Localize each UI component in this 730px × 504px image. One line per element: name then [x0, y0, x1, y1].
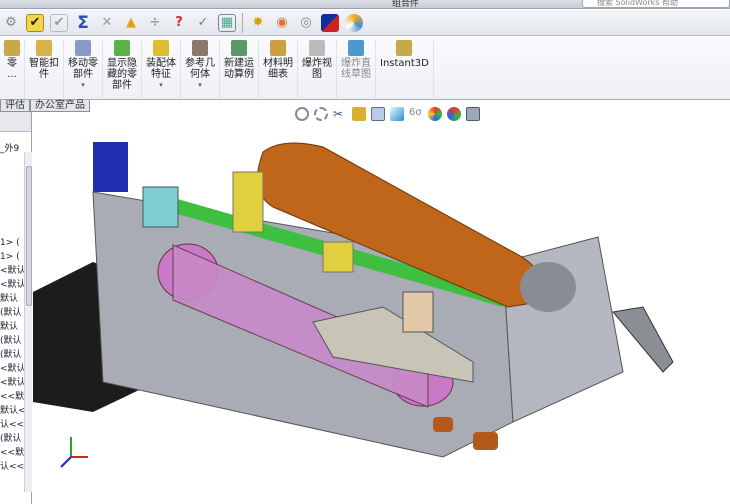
endstop-blue: [93, 142, 128, 192]
mass-properties-sigma-icon[interactable]: Σ: [74, 13, 92, 33]
tree-item[interactable]: 默认: [0, 320, 24, 334]
ribbon-label: 显示隐 藏的零 部件: [107, 58, 137, 91]
color-icon[interactable]: [321, 13, 339, 32]
tree-item[interactable]: (默认: [0, 334, 24, 348]
tree-item[interactable]: (默认: [0, 306, 24, 320]
ribbon-icon: [231, 40, 247, 56]
tree-item[interactable]: <<默: [0, 390, 24, 404]
ribbon: 零 ... 智能扣 件移动零 部件 ▾ 显示隐 藏的零 部件 装配体 特征 ▾ 参考几 何体…: [0, 36, 730, 100]
tree-item[interactable]: <默认: [0, 362, 24, 376]
ribbon-button-9[interactable]: 爆炸直 线草图: [337, 40, 376, 99]
ribbon-button-10[interactable]: Instant3D: [376, 40, 434, 99]
ribbon-label: 材料明 细表: [263, 58, 293, 80]
ribbon-button-0[interactable]: 零 ...: [0, 40, 25, 99]
tool-holder: [612, 306, 674, 373]
ribbon-button-7[interactable]: 材料明 细表: [259, 40, 298, 99]
command-tabs: 评估 办公室产品: [0, 100, 90, 112]
assembly-model: [33, 142, 674, 468]
ribbon-label: 爆炸直 线草图: [341, 58, 371, 80]
spindle-end: [520, 262, 576, 312]
window-title: 组合件: [392, 0, 420, 9]
ribbon-label: 新建运 动算例: [224, 58, 254, 80]
tree-item[interactable]: <默认: [0, 278, 24, 292]
dropdown-arrow-icon[interactable]: ▾: [198, 80, 202, 91]
ribbon-label: 零 ...: [7, 58, 17, 80]
bolt-brown: [473, 432, 498, 450]
ribbon-icon: [4, 40, 20, 56]
ribbon-icon: [348, 40, 364, 56]
check-circle-icon[interactable]: ◎: [297, 14, 315, 32]
appearance-icon[interactable]: [345, 13, 363, 32]
graphics-viewport[interactable]: ✂ 6σ: [33, 107, 730, 504]
bolt-brown-2: [433, 417, 453, 432]
title-bar: 组合件 搜索 SolidWorks 帮助: [0, 0, 730, 9]
assembly-toolbar: ⚙ ✔ ✔ Σ ✕ ▲ ÷ ? ✓ ▦ ✸ ◉ ◎: [0, 10, 730, 36]
tab-evaluate[interactable]: 评估: [0, 100, 30, 112]
ribbon-icon: [309, 40, 325, 56]
tolerance-icon[interactable]: ⚙: [2, 14, 20, 32]
check-disabled-icon[interactable]: ✔: [50, 13, 68, 32]
dropdown-arrow-icon[interactable]: ▾: [81, 80, 85, 91]
ribbon-button-4[interactable]: 装配体 特征 ▾: [142, 40, 181, 99]
search-input[interactable]: 搜索 SolidWorks 帮助: [582, 0, 730, 8]
dropdown-arrow-icon[interactable]: ▾: [159, 80, 163, 91]
tree-item[interactable]: <默认: [0, 376, 24, 390]
tree-item[interactable]: 1> (: [0, 236, 24, 250]
ribbon-label: 智能扣 件: [29, 58, 59, 80]
bom-table-icon[interactable]: ▦: [218, 13, 236, 32]
tree-scrollbar[interactable]: [24, 152, 32, 492]
ribbon-button-5[interactable]: 参考几 何体 ▾: [181, 40, 220, 99]
hole-align-icon[interactable]: ?: [170, 14, 188, 32]
tree-item[interactable]: 1> (: [0, 250, 24, 264]
tree-item[interactable]: 认<<: [0, 460, 24, 474]
coordinate-triad: [60, 437, 88, 468]
tree-item[interactable]: 默认<: [0, 404, 24, 418]
ribbon-button-1[interactable]: 智能扣 件: [25, 40, 64, 99]
ribbon-icon: [153, 40, 169, 56]
block-tan: [402, 291, 434, 333]
ribbon-icon: [114, 40, 130, 56]
scrollbar-thumb[interactable]: [26, 166, 32, 306]
block-cyan: [142, 186, 179, 228]
ribbon-label: 装配体 特征: [146, 58, 176, 80]
ribbon-icon: [396, 40, 413, 56]
clearance-icon[interactable]: ÷: [146, 14, 164, 32]
tree-item[interactable]: _外9: [0, 142, 24, 156]
ribbon-label: 移动零 部件: [68, 58, 98, 80]
ribbon-button-3[interactable]: 显示隐 藏的零 部件: [103, 40, 142, 99]
ribbon-icon: [75, 40, 91, 56]
ribbon-icon: [192, 40, 208, 56]
check-icon[interactable]: ✔: [26, 13, 44, 32]
ribbon-label: 爆炸视 图: [302, 58, 332, 80]
bracket-yellow: [232, 171, 264, 233]
ribbon-icon: [36, 40, 52, 56]
tree-item[interactable]: 认<<: [0, 418, 24, 432]
bracket-yellow-2: [322, 241, 354, 273]
tab-office-products[interactable]: 办公室产品: [30, 100, 90, 112]
ribbon-button-2[interactable]: 移动零 部件 ▾: [64, 40, 103, 99]
ribbon-icon: [270, 40, 286, 56]
exploded-icon[interactable]: ✸: [249, 14, 267, 32]
ribbon-button-8[interactable]: 爆炸视 图: [298, 40, 337, 99]
ribbon-label: 参考几 何体: [185, 58, 215, 80]
render-icon[interactable]: ◉: [273, 14, 291, 32]
warning-icon[interactable]: ▲: [122, 14, 140, 32]
tree-item[interactable]: 默认: [0, 292, 24, 306]
tree-item[interactable]: <<默: [0, 446, 24, 460]
ribbon-label: Instant3D: [380, 58, 429, 69]
feature-manager-tree: _外9 1> (1> (<默认 <默认 默认 (默认 默认 (默认 (默认 <默认 <默认 <<默默…: [0, 112, 32, 504]
interference-icon[interactable]: ✕: [98, 14, 116, 32]
tree-header: [0, 112, 31, 132]
measure-icon[interactable]: ✓: [194, 14, 212, 32]
tree-item[interactable]: (默认: [0, 432, 24, 446]
ribbon-button-6[interactable]: 新建运 动算例: [220, 40, 259, 99]
tree-item[interactable]: <默认: [0, 264, 24, 278]
tree-item[interactable]: (默认: [0, 348, 24, 362]
